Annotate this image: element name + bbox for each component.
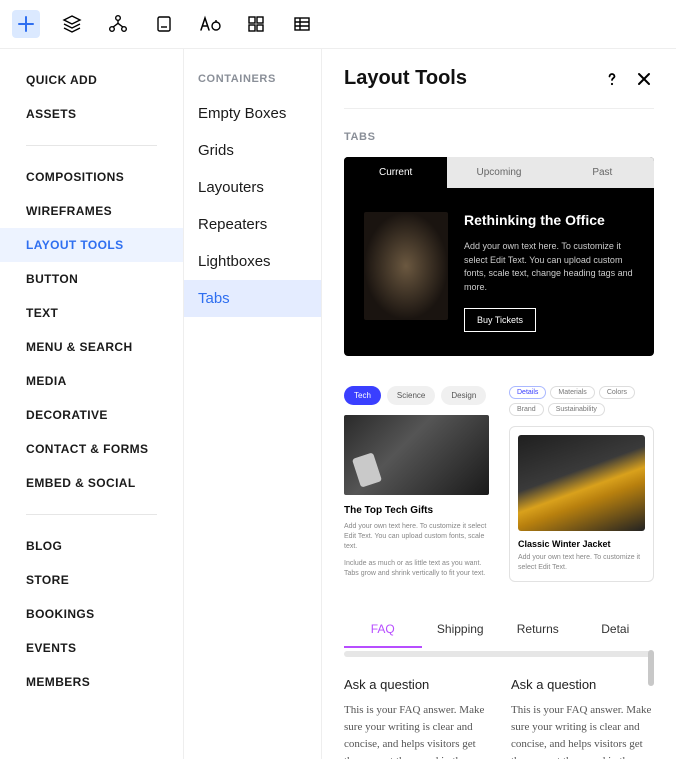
sidebar-item-button[interactable]: Button [0,262,183,296]
preview-panel: Layout Tools Tabs CurrentUpcomingPast Re… [322,49,676,759]
sidebar-item-embed-social[interactable]: Embed & Social [0,466,183,500]
tabs-preview-chips[interactable]: Details Materials Colors Brand Sustainabilit… [509,386,654,582]
preview3-chip-sustainability[interactable]: Sustainability [548,403,605,416]
container-item-layouters[interactable]: Layouters [184,169,321,206]
faq-question: Ask a question [511,677,654,692]
preview1-heading: Rethinking the Office [464,212,634,228]
panel-title: Layout Tools [344,67,467,90]
preview2-tab-design[interactable]: Design [441,386,486,405]
container-item-grids[interactable]: Grids [184,132,321,169]
preview3-image [518,435,645,531]
preview2-tab-science[interactable]: Science [387,386,435,405]
sidebar-item-contact-forms[interactable]: Contact & Forms [0,432,183,466]
preview4-tab-returns[interactable]: Returns [499,612,577,648]
preview2-tab-tech[interactable]: Tech [344,386,381,405]
preview3-chip-details[interactable]: Details [509,386,546,399]
help-icon[interactable] [602,69,622,89]
sidebar-item-quick-add[interactable]: Quick Add [0,63,183,97]
panel-header: Layout Tools [344,67,654,109]
preview4-tab-detai[interactable]: Detai [577,612,655,648]
preview3-chip-brand[interactable]: Brand [509,403,544,416]
sidebar-item-compositions[interactable]: Compositions [0,160,183,194]
preview3-chip-materials[interactable]: Materials [550,386,594,399]
preview2-note: Include as much or as little text as you… [344,559,489,579]
preview1-tab-upcoming[interactable]: Upcoming [447,157,550,188]
vertical-scrollbar-handle[interactable] [648,650,654,686]
plus-icon[interactable] [12,10,40,38]
preview1-image [364,212,448,320]
page-icon[interactable] [150,10,178,38]
preview1-tab-past[interactable]: Past [551,157,654,188]
preview2-title: The Top Tech Gifts [344,505,489,516]
preview2-image [344,415,489,495]
text-style-icon[interactable] [196,10,224,38]
preview3-title: Classic Winter Jacket [518,539,645,549]
sidebar-divider [26,514,157,515]
sidebar-item-blog[interactable]: Blog [0,529,183,563]
sidebar-item-decorative[interactable]: Decorative [0,398,183,432]
sidebar-item-bookings[interactable]: Bookings [0,597,183,631]
table-icon[interactable] [288,10,316,38]
sidebar-item-layout-tools[interactable]: Layout Tools [0,228,183,262]
sidebar-item-store[interactable]: Store [0,563,183,597]
sidebar-primary: Quick AddAssets CompositionsWireframesLa… [0,49,184,759]
preview4-tab-shipping[interactable]: Shipping [422,612,500,648]
tabs-preview-dark[interactable]: CurrentUpcomingPast Rethinking the Offic… [344,157,654,356]
preview1-body: Add your own text here. To customize it … [464,240,634,294]
preview4-tab-faq[interactable]: FAQ [344,612,422,648]
container-item-tabs[interactable]: Tabs [184,280,321,317]
sidebar-item-wireframes[interactable]: Wireframes [0,194,183,228]
faq-question: Ask a question [344,677,487,692]
preview3-chip-colors[interactable]: Colors [599,386,635,399]
faq-answer: This is your FAQ answer. Make sure your … [344,702,487,759]
faq-answer: This is your FAQ answer. Make sure your … [511,702,654,759]
sidebar-item-members[interactable]: Members [0,665,183,699]
section-label-tabs: Tabs [344,131,654,143]
tabs-preview-pills[interactable]: Tech Science Design The Top Tech Gifts Add… [344,386,489,582]
branch-icon[interactable] [104,10,132,38]
container-item-repeaters[interactable]: Repeaters [184,206,321,243]
buy-tickets-button[interactable]: Buy Tickets [464,308,536,332]
container-item-empty-boxes[interactable]: Empty Boxes [184,95,321,132]
sidebar-item-events[interactable]: Events [0,631,183,665]
sidebar-item-media[interactable]: Media [0,364,183,398]
close-icon[interactable] [634,69,654,89]
sidebar-divider [26,145,157,146]
grid-icon[interactable] [242,10,270,38]
preview1-tab-current[interactable]: Current [344,157,447,188]
horizontal-scrollbar[interactable] [344,651,654,657]
sidebar-secondary: Containers Empty BoxesGridsLayoutersRepe… [184,49,322,759]
layers-icon[interactable] [58,10,86,38]
containers-heading: Containers [184,65,321,95]
preview2-desc: Add your own text here. To customize it … [344,522,489,551]
sidebar-item-assets[interactable]: Assets [0,97,183,131]
container-item-lightboxes[interactable]: Lightboxes [184,243,321,280]
top-toolbar [0,0,676,49]
tabs-preview-faq[interactable]: FAQShippingReturnsDetai Ask a question T… [344,612,654,759]
sidebar-item-menu-search[interactable]: Menu & Search [0,330,183,364]
sidebar-item-text[interactable]: Text [0,296,183,330]
preview3-desc: Add your own text here. To customize it … [518,553,645,573]
